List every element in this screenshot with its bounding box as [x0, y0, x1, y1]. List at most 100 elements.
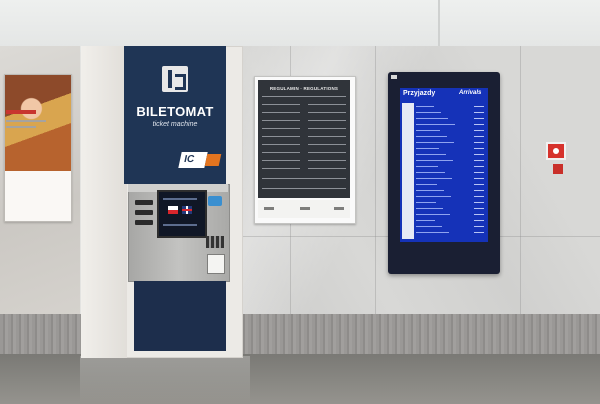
enclosure-pillar: [81, 46, 127, 358]
contactless-reader-icon[interactable]: [208, 196, 222, 206]
board-row-platform: [474, 196, 484, 197]
floor-reflection: [80, 356, 250, 404]
regulations-text-line: [262, 160, 300, 161]
board-row-line: [416, 118, 448, 119]
poster-logo: [6, 110, 36, 114]
polish-flag-icon[interactable]: [168, 206, 178, 214]
regulations-text-line: [262, 128, 300, 129]
board-row-line: [416, 154, 446, 155]
ic-logo: IC: [178, 152, 222, 174]
board-row-line: [416, 112, 441, 113]
board-row-platform: [474, 202, 484, 203]
board-row-platform: [474, 208, 484, 209]
board-row-platform: [474, 112, 484, 113]
board-row-platform: [474, 178, 484, 179]
regulations-logo: [334, 207, 344, 210]
regulations-text-line: [308, 168, 346, 169]
regulations-text-line: [262, 136, 300, 137]
card-slot[interactable]: [135, 220, 153, 225]
board-row-line: [416, 208, 443, 209]
board-row-platform: [474, 142, 484, 143]
regulations-text-line: [262, 144, 300, 145]
regulations-text-line: [262, 96, 346, 97]
board-heading-polish: Przyjazdy: [403, 90, 436, 97]
board-row-line: [416, 136, 447, 137]
board-row-platform: [474, 130, 484, 131]
board-row-platform: [474, 136, 484, 137]
board-row-line: [416, 160, 453, 161]
pin-keypad[interactable]: [206, 236, 224, 248]
machine-subtitle: ticket machine: [152, 121, 198, 128]
poster-text-line: [6, 120, 46, 122]
station-wall-scene: BILETOMAT ticket machine IC REGULAMIN · …: [0, 0, 600, 404]
regulations-text-line: [308, 112, 346, 113]
board-time-column: [402, 103, 414, 239]
ic-logo-stripe: [204, 154, 222, 166]
ic-logo-mark: IC: [178, 152, 208, 168]
board-row-line: [416, 202, 436, 203]
screen-text-line: [163, 224, 197, 226]
regulations-text-line: [262, 178, 346, 179]
board-row-platform: [474, 148, 484, 149]
ceiling-seam: [438, 0, 440, 52]
tile-seam: [520, 46, 521, 314]
regulations-text-line: [308, 144, 346, 145]
note-slot[interactable]: [135, 210, 153, 215]
board-row-platform: [474, 154, 484, 155]
operator-logo-icon: [162, 66, 188, 92]
board-row-platform: [474, 214, 484, 215]
board-row-line: [416, 130, 440, 131]
regulations-text-line: [262, 188, 346, 189]
board-row-line: [416, 232, 449, 233]
regulations-logo: [264, 207, 274, 210]
machine-title: BILETOMAT: [136, 104, 214, 119]
board-row-platform: [474, 232, 484, 233]
board-id-label: [391, 75, 397, 79]
regulations-poster: [258, 80, 350, 198]
board-row-platform: [474, 106, 484, 107]
english-flag-icon[interactable]: [182, 206, 192, 214]
regulations-text-line: [262, 152, 300, 153]
tile-seam: [375, 46, 376, 314]
board-row-platform: [474, 160, 484, 161]
ic-logo-text: IC: [182, 154, 196, 165]
board-row-platform: [474, 184, 484, 185]
board-row-platform: [474, 190, 484, 191]
regulations-text-line: [308, 104, 346, 105]
fire-alarm-icon[interactable]: [546, 142, 566, 160]
board-row-line: [416, 190, 444, 191]
board-row-line: [416, 184, 437, 185]
regulations-text-line: [308, 152, 346, 153]
board-row-platform: [474, 226, 484, 227]
regulations-text-line: [308, 160, 346, 161]
board-row-line: [416, 166, 438, 167]
regulations-text-line: [262, 120, 300, 121]
board-row-platform: [474, 118, 484, 119]
screen-text-line: [163, 198, 197, 200]
board-row-line: [416, 214, 450, 215]
board-row-platform: [474, 166, 484, 167]
board-row-line: [416, 148, 439, 149]
poster-text-line: [6, 126, 36, 128]
regulations-heading: REGULAMIN · REGULATIONS: [269, 86, 339, 91]
board-row-platform: [474, 220, 484, 221]
board-row-line: [416, 172, 445, 173]
instruction-sticker: [207, 254, 225, 274]
board-row-line: [416, 178, 452, 179]
board-row-line: [416, 142, 454, 143]
board-row-line: [416, 106, 434, 107]
board-row-line: [416, 196, 451, 197]
regulations-logo: [300, 207, 310, 210]
board-row-line: [416, 220, 435, 221]
regulations-text-line: [308, 128, 346, 129]
ceiling: [0, 0, 600, 52]
poster-photo: [5, 75, 71, 171]
board-row-platform: [474, 172, 484, 173]
machine-base: [134, 281, 226, 351]
regulations-text-line: [262, 168, 300, 169]
advertising-poster: [4, 74, 72, 222]
board-row-line: [416, 124, 455, 125]
regulations-text-line: [308, 120, 346, 121]
coin-slot[interactable]: [135, 200, 153, 205]
board-row-platform: [474, 124, 484, 125]
